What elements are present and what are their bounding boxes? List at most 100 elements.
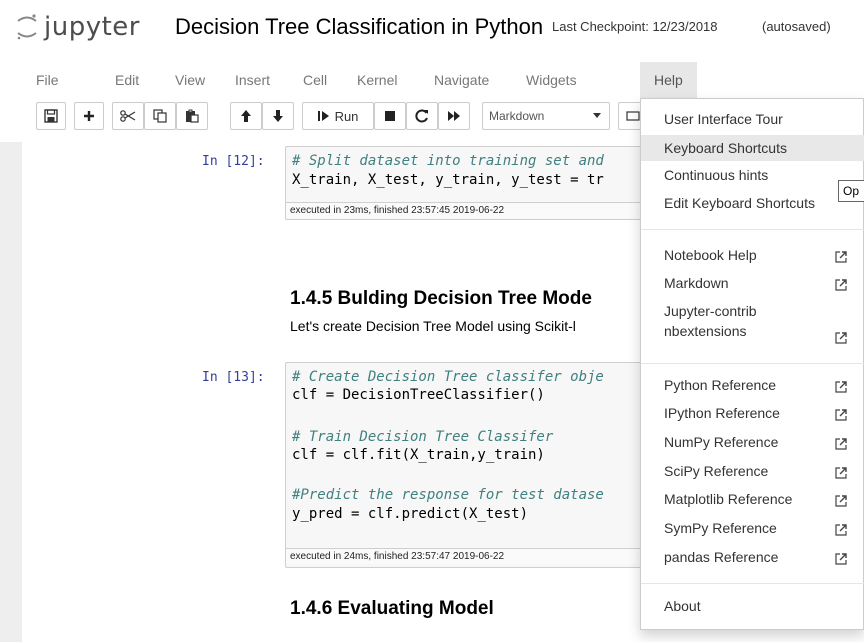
menu-item-label: nbextensions xyxy=(664,323,747,339)
scissors-icon xyxy=(120,110,136,122)
menu-item-label: Markdown xyxy=(664,275,729,291)
move-down-button[interactable] xyxy=(262,102,294,130)
external-link-icon xyxy=(835,495,847,507)
run-button[interactable]: Run xyxy=(302,102,374,130)
menu-item-label: pandas Reference xyxy=(664,549,779,565)
external-link-icon xyxy=(835,381,847,393)
run-label: Run xyxy=(334,108,359,124)
code-line: # Split dataset into training set and xyxy=(292,153,604,169)
section-heading: 1.4.6 Evaluating Model xyxy=(290,598,494,619)
menu-widgets[interactable]: Widgets xyxy=(526,62,577,98)
save-icon xyxy=(44,109,58,123)
external-link-icon xyxy=(835,332,847,344)
jupyter-logo-text: jupyter xyxy=(44,12,140,42)
restart-icon xyxy=(415,109,428,123)
copy-icon xyxy=(153,109,167,123)
menu-item-label: Python Reference xyxy=(664,377,777,393)
interrupt-button[interactable] xyxy=(374,102,406,130)
menu-item-matplotlib-reference[interactable]: Matplotlib Reference xyxy=(641,487,864,513)
input-prompt: In [13]: xyxy=(202,370,265,385)
code-line: clf = clf.fit(X_train,y_train) xyxy=(292,447,545,463)
menu-item-continuous-hints[interactable]: Continuous hints xyxy=(641,163,864,189)
stop-icon xyxy=(385,111,395,121)
menu-item-scipy-reference[interactable]: SciPy Reference xyxy=(641,459,864,485)
menu-item-markdown[interactable]: Markdown xyxy=(641,271,864,297)
menu-item-edit-keyboard-shortcuts[interactable]: Edit Keyboard Shortcuts xyxy=(641,189,864,217)
input-prompt: In [12]: xyxy=(202,154,265,169)
menu-item-pandas-reference[interactable]: pandas Reference xyxy=(641,545,864,571)
menu-item-label: Continuous hints xyxy=(664,167,769,183)
menu-item-notebook-help[interactable]: Notebook Help xyxy=(641,243,864,269)
menu-item-sympy-reference[interactable]: SymPy Reference xyxy=(641,516,864,542)
arrow-down-icon xyxy=(273,110,283,122)
menu-item-label: User Interface Tour xyxy=(664,111,783,127)
code-line: #Predict the response for test datase xyxy=(292,487,604,503)
menu-item-label: SymPy Reference xyxy=(664,520,777,536)
menu-kernel[interactable]: Kernel xyxy=(357,62,397,98)
menu-insert[interactable]: Insert xyxy=(235,62,270,98)
menu-divider xyxy=(641,363,864,364)
menu-item-label: Notebook Help xyxy=(664,247,757,263)
external-link-icon xyxy=(835,438,847,450)
autosave-status: (autosaved) xyxy=(762,19,831,34)
menu-help[interactable]: Help xyxy=(640,62,697,98)
notebook-header: jupyter Decision Tree Classification in … xyxy=(0,0,864,62)
code-line: y_pred = clf.predict(X_test) xyxy=(292,506,529,522)
external-link-icon xyxy=(835,467,847,479)
menu-item-label: Keyboard Shortcuts xyxy=(664,140,787,156)
keyboard-icon xyxy=(626,111,640,121)
menu-divider xyxy=(641,229,864,230)
code-line: # Create Decision Tree classifer obje xyxy=(292,369,604,385)
tooltip: Op xyxy=(838,180,864,202)
menu-item-label: IPython Reference xyxy=(664,405,780,421)
menu-item-jupyter-contrib-nbextensions[interactable]: Jupyter-contrib nbextensions xyxy=(641,299,864,351)
code-line: # Train Decision Tree Classifer xyxy=(292,429,554,445)
external-link-icon xyxy=(835,279,847,291)
move-up-button[interactable] xyxy=(230,102,262,130)
menu-edit[interactable]: Edit xyxy=(115,62,139,98)
run-all-button[interactable] xyxy=(438,102,470,130)
jupyter-logo[interactable]: jupyter xyxy=(16,10,140,44)
notebook-title[interactable]: Decision Tree Classification in Python xyxy=(175,14,543,40)
menu-item-user-interface-tour[interactable]: User Interface Tour xyxy=(641,105,864,133)
menu-item-ipython-reference[interactable]: IPython Reference xyxy=(641,401,864,427)
jupyter-logo-icon xyxy=(17,14,37,40)
external-link-icon xyxy=(835,553,847,565)
checkpoint-status: Last Checkpoint: 12/23/2018 xyxy=(552,19,718,34)
menu-file[interactable]: File xyxy=(36,62,59,98)
menu-item-label: SciPy Reference xyxy=(664,463,769,479)
menu-item-about[interactable]: About xyxy=(641,593,864,621)
section-heading: 1.4.5 Bulding Decision Tree Mode xyxy=(290,288,592,309)
menu-item-label: NumPy Reference xyxy=(664,434,779,450)
menu-item-label: Edit Keyboard Shortcuts xyxy=(664,195,815,211)
menu-item-keyboard-shortcuts[interactable]: Keyboard Shortcuts xyxy=(641,135,864,161)
menu-item-label: Matplotlib Reference xyxy=(664,491,793,507)
arrow-up-icon xyxy=(241,110,251,122)
cut-button[interactable] xyxy=(112,102,144,130)
code-line: X_train, X_test, y_train, y_test = tr xyxy=(292,172,604,188)
paste-icon xyxy=(186,109,199,123)
cell-type-select[interactable]: Markdown xyxy=(482,102,610,130)
copy-button[interactable] xyxy=(144,102,176,130)
chevron-down-icon xyxy=(593,113,601,118)
restart-button[interactable] xyxy=(406,102,438,130)
help-dropdown-menu: User Interface Tour Keyboard Shortcuts C… xyxy=(640,98,864,630)
cell-type-value: Markdown xyxy=(489,109,545,123)
external-link-icon xyxy=(835,524,847,536)
insert-cell-button[interactable] xyxy=(74,102,104,130)
menu-item-python-reference[interactable]: Python Reference xyxy=(641,373,864,399)
menu-navigate[interactable]: Navigate xyxy=(434,62,489,98)
menu-divider xyxy=(641,583,864,584)
menu-cell[interactable]: Cell xyxy=(303,62,327,98)
run-icon xyxy=(317,111,329,121)
menu-item-label: About xyxy=(664,598,701,614)
menubar: File Edit View Insert Cell Kernel Naviga… xyxy=(20,62,864,98)
save-button[interactable] xyxy=(36,102,66,130)
menu-item-numpy-reference[interactable]: NumPy Reference xyxy=(641,430,864,456)
external-link-icon xyxy=(835,251,847,263)
markdown-paragraph: Let's create Decision Tree Model using S… xyxy=(290,318,576,334)
code-line: clf = DecisionTreeClassifier() xyxy=(292,387,545,403)
fast-forward-icon xyxy=(448,111,460,121)
menu-view[interactable]: View xyxy=(175,62,205,98)
paste-button[interactable] xyxy=(176,102,208,130)
